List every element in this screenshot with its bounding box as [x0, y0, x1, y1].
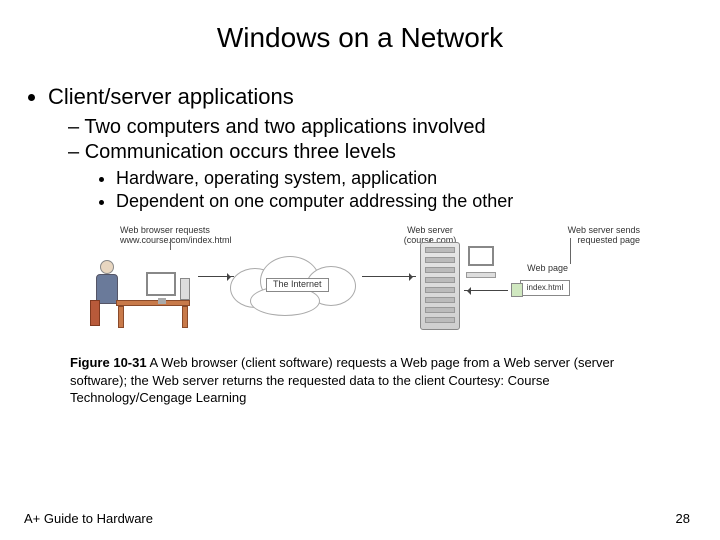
- arrow-icon: [362, 276, 416, 277]
- bullet-l1: Client/server applications Two computers…: [48, 84, 690, 212]
- footer-page-number: 28: [676, 511, 690, 526]
- figure-caption: Figure 10-31 A Web browser (client softw…: [70, 354, 650, 407]
- client-computer-icon: [90, 250, 200, 330]
- server-keyboard-icon: [466, 272, 496, 278]
- bullet-l3b: Dependent on one computer addressing the…: [116, 191, 690, 212]
- figure-caption-text: A Web browser (client software) requests…: [70, 355, 614, 405]
- bullet-l2b-text: Communication occurs three levels: [85, 141, 396, 163]
- label-server-sends: Web server sends requested page: [550, 226, 640, 246]
- bullet-l3a: Hardware, operating system, application: [116, 168, 690, 189]
- bullet-l2a-text: Two computers and two applications invol…: [84, 116, 485, 138]
- person-head-icon: [100, 260, 114, 274]
- label-browser-request: Web browser requests www.course.com/inde…: [120, 226, 240, 246]
- bullet-list: Client/server applications Two computers…: [48, 84, 690, 212]
- bullet-l2a: Two computers and two applications invol…: [68, 116, 690, 139]
- leader-line-icon: [170, 238, 171, 250]
- figure-number: Figure 10-31: [70, 355, 147, 370]
- label-web-page: Web page: [527, 264, 568, 274]
- bullet-l1-text: Client/server applications: [48, 84, 294, 109]
- server-tower-icon: [420, 242, 460, 330]
- server-monitor-icon: [468, 246, 494, 266]
- bullet-sublist: Two computers and two applications invol…: [68, 116, 690, 212]
- slide-title: Windows on a Network: [30, 22, 690, 54]
- file-box: index.html: [520, 280, 570, 296]
- desk-leg-icon: [118, 306, 124, 328]
- leader-line-icon: [570, 238, 571, 264]
- bullet-l3a-text: Hardware, operating system, application: [116, 168, 437, 188]
- monitor-icon: [146, 272, 176, 296]
- pc-tower-icon: [180, 278, 190, 300]
- bullet-subsublist: Hardware, operating system, application …: [116, 168, 690, 212]
- footer-book-title: A+ Guide to Hardware: [24, 511, 153, 526]
- bullet-l3b-text: Dependent on one computer addressing the…: [116, 191, 513, 211]
- arrow-icon: [464, 290, 508, 291]
- bullet-l2b: Communication occurs three levels Hardwa…: [68, 141, 690, 212]
- arrow-icon: [198, 276, 234, 277]
- desk-leg-icon: [182, 306, 188, 328]
- label-internet: The Internet: [266, 278, 329, 292]
- figure-diagram: Web browser requests www.course.com/inde…: [80, 226, 640, 336]
- desk-icon: [116, 300, 190, 306]
- chair-icon: [90, 300, 100, 326]
